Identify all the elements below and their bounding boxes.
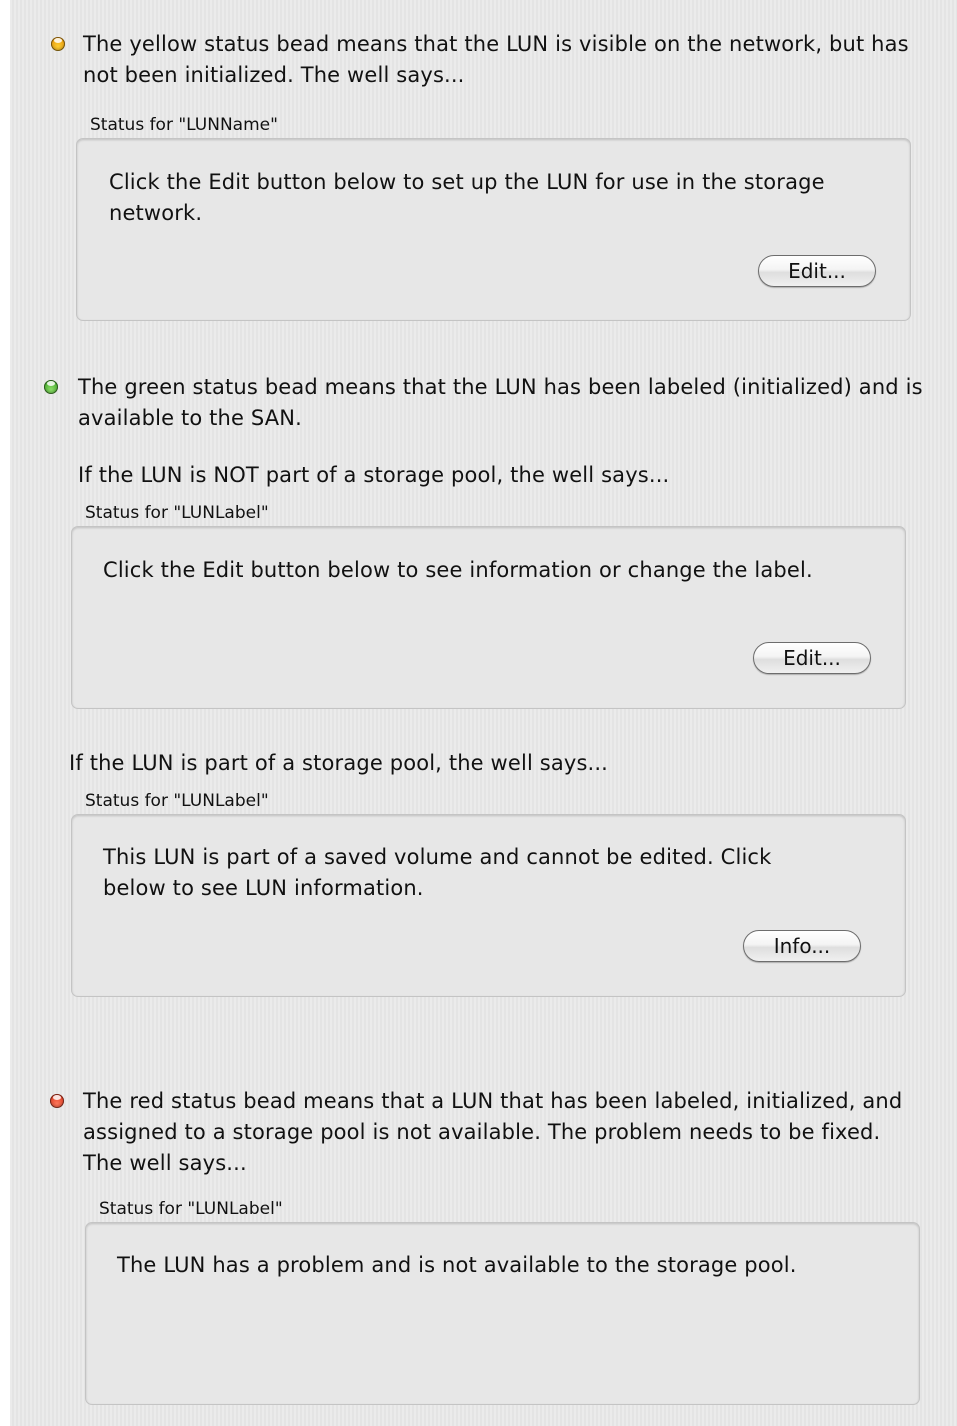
green-not-in-pool-status-well: Click the Edit button below to see infor… [71, 526, 906, 709]
green-in-pool-well-text: This LUN is part of a saved volume and c… [103, 845, 772, 900]
green-status-bead-icon [44, 380, 58, 394]
edit-button[interactable]: Edit... [753, 642, 871, 674]
green-in-pool-well-label: Status for "LUNLabel" [85, 791, 269, 811]
edit-button[interactable]: Edit... [758, 255, 876, 287]
yellow-well-label: Status for "LUNName" [90, 115, 278, 135]
green-not-in-pool-well-label: Status for "LUNLabel" [85, 503, 269, 523]
red-status-well: The LUN has a problem and is not availab… [85, 1222, 920, 1405]
green-in-pool-status-well: This LUN is part of a saved volume and c… [71, 814, 906, 997]
green-in-pool-intro: If the LUN is part of a storage pool, th… [69, 751, 609, 775]
yellow-status-bead-icon [51, 37, 65, 51]
green-bead-description: The green status bead means that the LUN… [78, 375, 923, 430]
red-well-text: The LUN has a problem and is not availab… [117, 1253, 797, 1277]
yellow-bead-description: The yellow status bead means that the LU… [83, 32, 909, 87]
info-button[interactable]: Info... [743, 930, 861, 962]
green-not-in-pool-well-text: Click the Edit button below to see infor… [103, 558, 813, 582]
red-status-bead-icon [50, 1094, 64, 1108]
yellow-well-text: Click the Edit button below to set up th… [109, 170, 825, 225]
red-well-label: Status for "LUNLabel" [99, 1199, 283, 1219]
yellow-status-well: Click the Edit button below to set up th… [76, 138, 911, 321]
green-not-in-pool-intro: If the LUN is NOT part of a storage pool… [78, 463, 670, 487]
red-bead-description: The red status bead means that a LUN tha… [83, 1089, 903, 1175]
